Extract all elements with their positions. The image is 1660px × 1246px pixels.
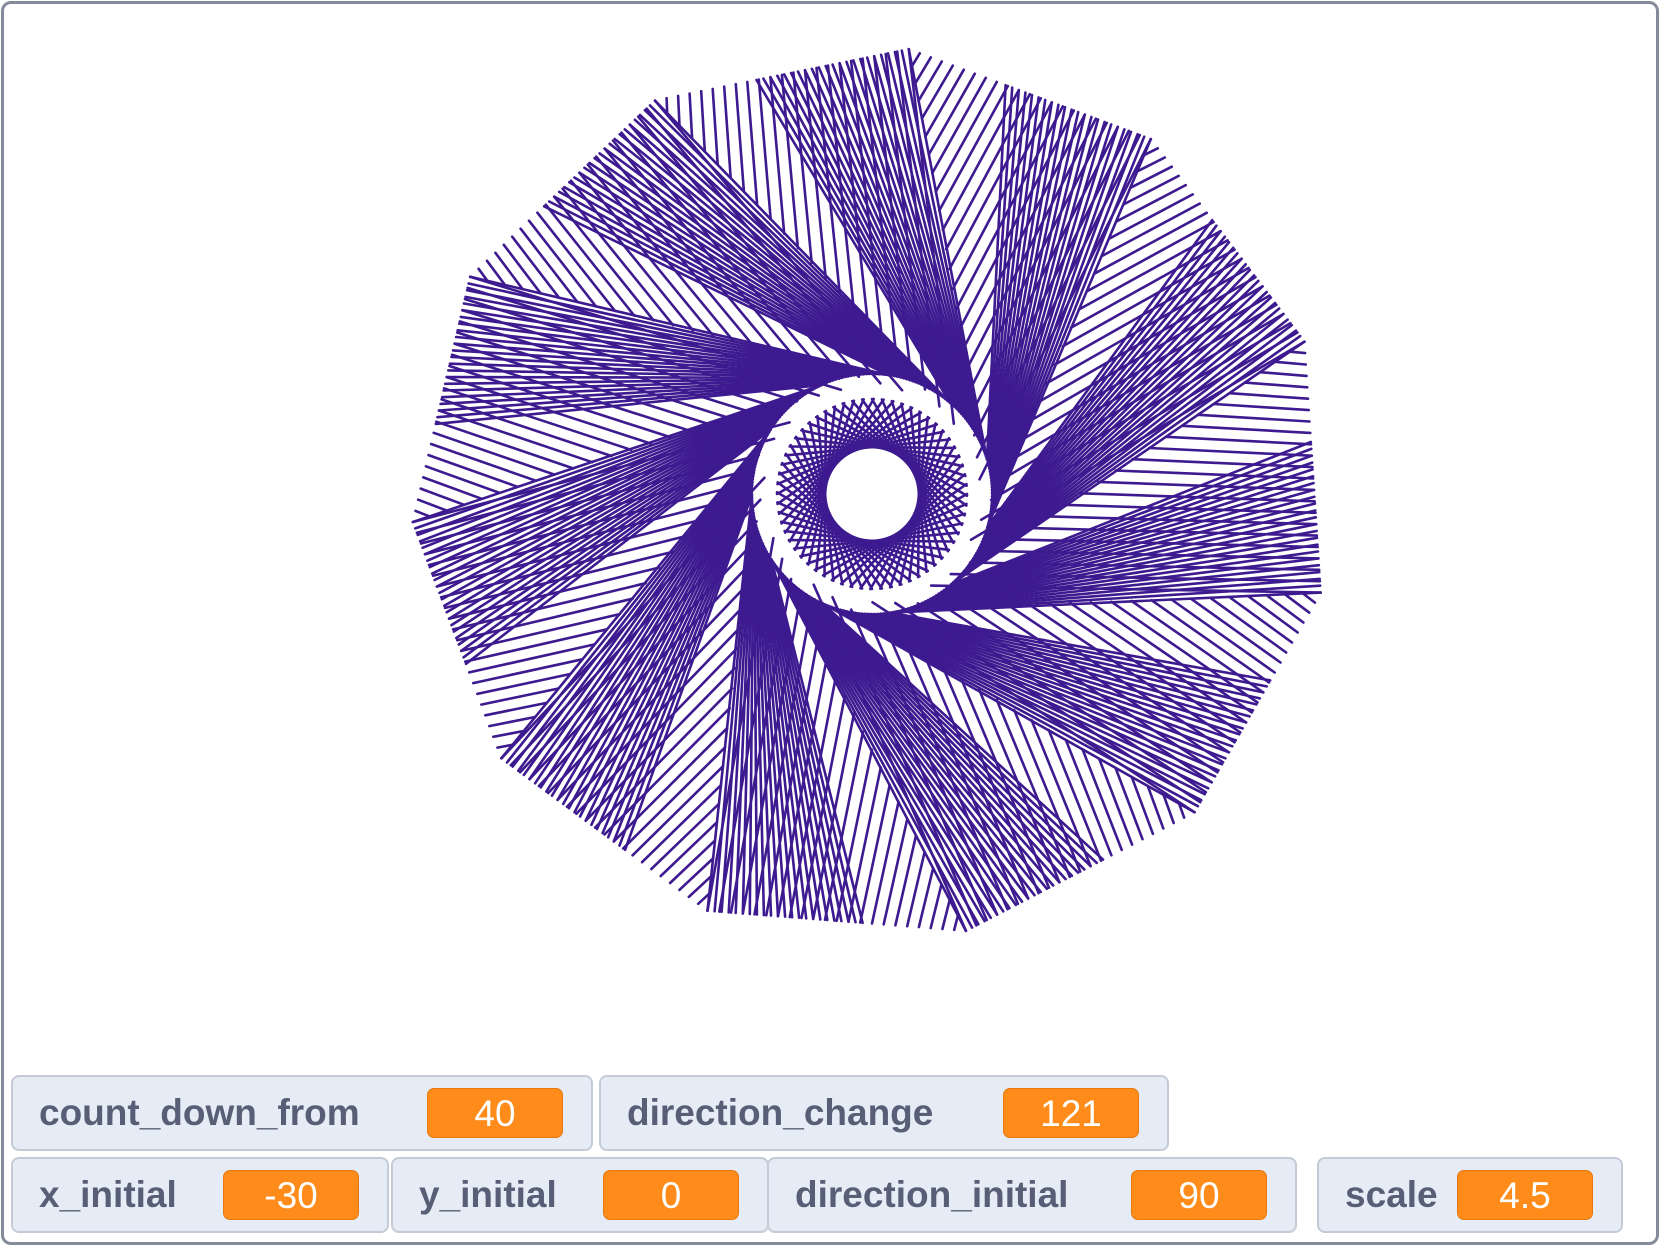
pen-stroke xyxy=(1170,598,1276,674)
monitor-value: 4.5 xyxy=(1457,1170,1593,1220)
pen-stroke xyxy=(1228,391,1310,401)
pen-stroke xyxy=(500,476,766,760)
pen-stroke xyxy=(917,60,944,102)
pen-stroke xyxy=(934,80,999,193)
pen-stroke xyxy=(1265,593,1305,624)
pen-stroke xyxy=(1131,457,1314,469)
monitor-label: count_down_from xyxy=(39,1092,360,1133)
pen-stroke xyxy=(1209,596,1288,654)
pen-stroke xyxy=(699,89,707,153)
pen-stroke xyxy=(722,85,733,180)
pen-stroke xyxy=(649,802,721,871)
monitor-value: 40 xyxy=(427,1088,563,1138)
pen-stroke xyxy=(952,914,960,932)
pen-stroke xyxy=(858,783,892,924)
pen-stroke xyxy=(1243,381,1309,389)
pen-stroke xyxy=(1012,708,1082,873)
monitor-value: 90 xyxy=(1131,1170,1267,1220)
pen-stroke xyxy=(745,80,759,207)
monitor-value: -30 xyxy=(223,1170,359,1220)
pen-stroke xyxy=(1114,766,1144,841)
pen-stroke xyxy=(414,509,432,518)
pen-stroke xyxy=(1122,174,1180,206)
pen-stroke xyxy=(421,476,484,501)
pen-stroke xyxy=(913,56,933,85)
pen-stroke xyxy=(929,882,943,930)
monitor-y-initial[interactable]: y_initial 0 xyxy=(391,1157,769,1233)
pen-stroke xyxy=(688,92,694,140)
pen-stroke xyxy=(927,72,977,156)
pen-stroke xyxy=(1107,193,1194,240)
pen-stroke xyxy=(424,464,501,495)
monitor-value: 0 xyxy=(603,1170,739,1220)
pen-stroke xyxy=(432,431,556,476)
pen-stroke xyxy=(870,800,900,925)
pen-stroke xyxy=(678,857,715,892)
pen-stroke xyxy=(640,783,723,864)
pen-stroke xyxy=(1301,592,1317,604)
pen-stroke xyxy=(665,96,669,115)
pen-stroke xyxy=(416,498,449,512)
spirograph-pattern xyxy=(411,47,1322,933)
pen-stroke xyxy=(1273,360,1308,366)
pen-stroke xyxy=(931,76,988,175)
pen-stroke xyxy=(676,94,681,127)
pen-stroke xyxy=(1164,435,1313,446)
monitor-label: y_initial xyxy=(419,1174,557,1215)
monitor-count-down-from[interactable]: count_down_from 40 xyxy=(11,1075,593,1151)
pen-stroke xyxy=(659,821,719,878)
monitor-label: scale xyxy=(1345,1174,1438,1215)
pen-stroke xyxy=(910,51,922,68)
monitor-label: direction_initial xyxy=(795,1174,1069,1215)
monitor-label: x_initial xyxy=(39,1174,177,1215)
pen-stroke xyxy=(711,87,720,166)
pen-stroke xyxy=(882,817,909,926)
pen-stroke xyxy=(1180,424,1312,435)
pen-stroke xyxy=(1047,601,1242,734)
monitor-direction-change[interactable]: direction_change 121 xyxy=(599,1075,1169,1151)
pen-stroke xyxy=(734,82,746,193)
pen-stroke xyxy=(1196,413,1311,423)
pen-stroke xyxy=(434,420,575,470)
monitor-label: direction_change xyxy=(627,1092,934,1133)
pen-stroke xyxy=(937,84,1010,212)
pen-stroke xyxy=(1212,402,1311,412)
pen-stroke xyxy=(803,68,828,280)
pen-stroke xyxy=(815,66,842,295)
pen-stroke xyxy=(1288,350,1307,355)
pen-drawing-canvas xyxy=(411,47,1322,933)
pen-stroke xyxy=(941,898,952,931)
monitor-x-initial[interactable]: x_initial -30 xyxy=(11,1157,389,1233)
pen-stroke xyxy=(917,866,935,929)
monitor-direction-initial[interactable]: direction_initial 90 xyxy=(767,1157,1297,1233)
stage[interactable]: count_down_from 40 direction_change 121 … xyxy=(1,1,1659,1245)
pen-stroke xyxy=(1100,202,1201,258)
monitor-value: 121 xyxy=(1003,1088,1139,1138)
pen-stroke xyxy=(920,64,955,120)
pen-stroke xyxy=(1258,370,1308,378)
pen-stroke xyxy=(894,834,918,927)
monitor-scale[interactable]: scale 4.5 xyxy=(1317,1157,1623,1233)
